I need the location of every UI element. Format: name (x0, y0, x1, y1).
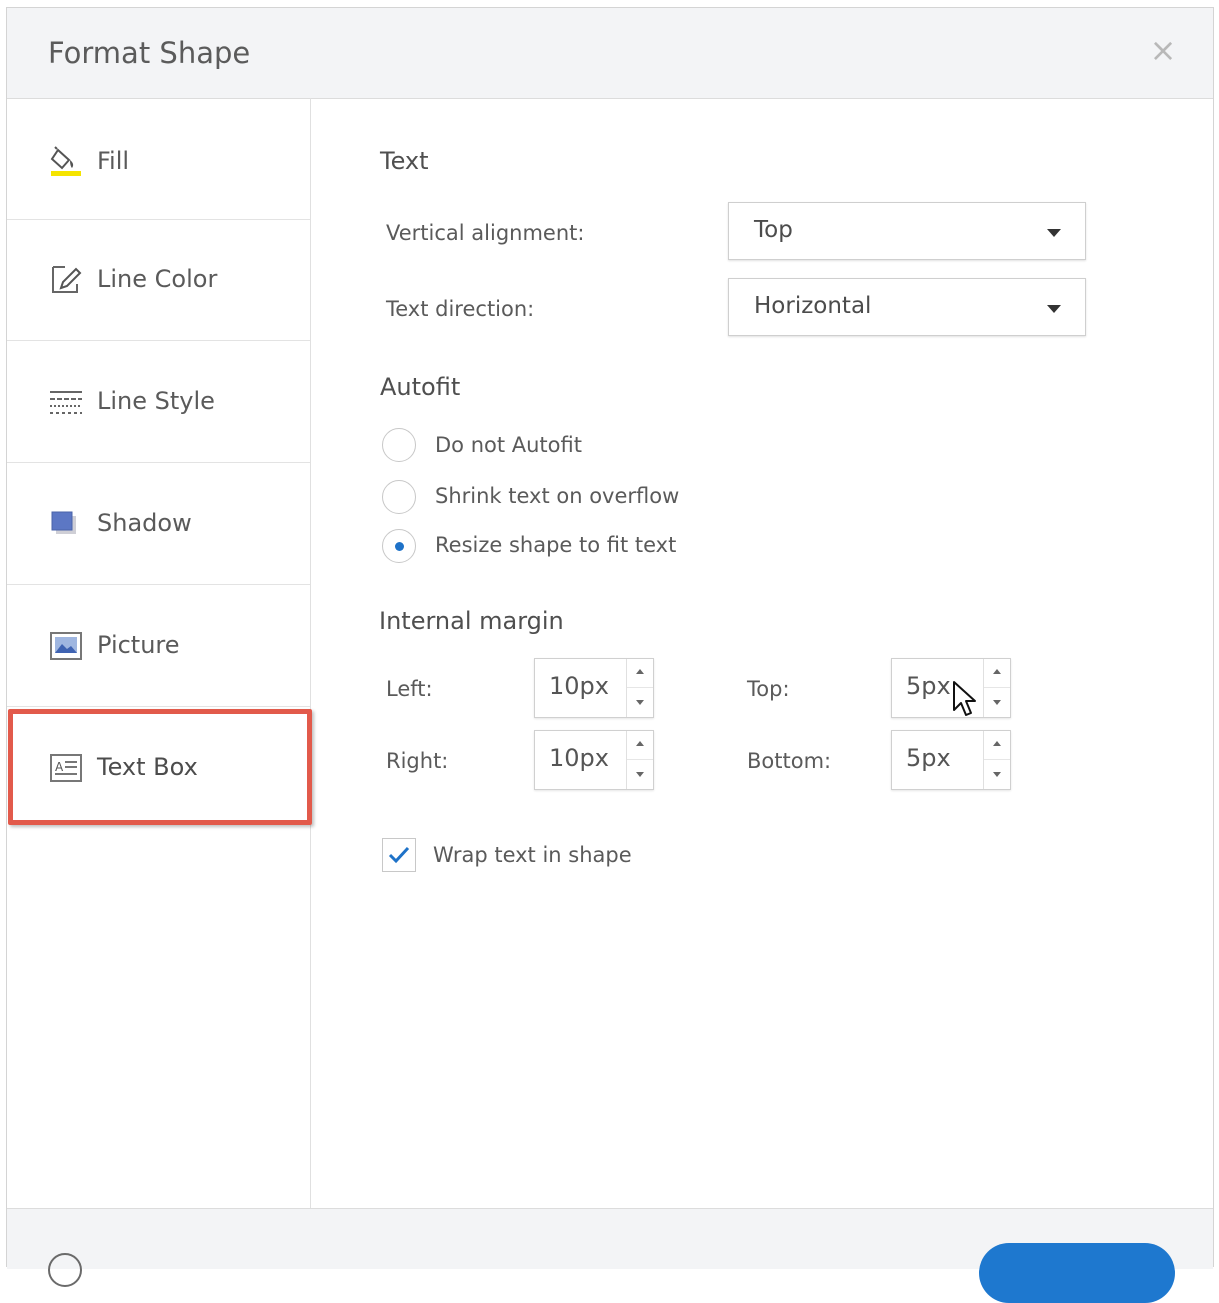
sidebar-item-line-style[interactable]: Line Style (7, 341, 310, 463)
sidebar-item-label: Text Box (97, 753, 198, 781)
wrap-text-label[interactable]: Wrap text in shape (433, 843, 632, 867)
sidebar-item-label: Picture (97, 631, 180, 659)
sidebar-item-shadow[interactable]: Shadow (7, 463, 310, 585)
increment-arrow-icon[interactable] (627, 731, 653, 760)
format-shape-dialog: Format Shape × Fill Line Color Line Styl… (6, 7, 1214, 1303)
stepper-buttons (626, 731, 653, 789)
increment-arrow-icon[interactable] (984, 659, 1010, 688)
autofit-radio-resize[interactable] (382, 529, 416, 563)
line-style-icon (49, 388, 83, 418)
checkmark-icon (388, 846, 410, 864)
chevron-down-icon (1047, 305, 1061, 313)
margin-bottom-label: Bottom: (747, 749, 832, 773)
stepper-buttons (626, 659, 653, 717)
margin-right-stepper[interactable]: 10px (534, 730, 654, 790)
margin-right-label: Right: (386, 749, 449, 773)
pencil-icon (49, 264, 83, 294)
svg-text:A: A (55, 760, 64, 774)
section-title-text: Text (380, 147, 429, 175)
stepper-buttons (983, 659, 1010, 717)
margin-bottom-value[interactable]: 5px (906, 744, 951, 772)
sidebar-item-fill[interactable]: Fill (7, 98, 310, 220)
decrement-arrow-icon[interactable] (627, 688, 653, 717)
text-direction-select[interactable]: Horizontal (728, 278, 1086, 336)
decrement-arrow-icon[interactable] (984, 688, 1010, 717)
margin-right-value[interactable]: 10px (549, 744, 609, 772)
sidebar-item-picture[interactable]: Picture (7, 585, 310, 707)
autofit-radio-do-not[interactable] (382, 428, 416, 462)
margin-top-value[interactable]: 5px (906, 672, 951, 700)
text-direction-label: Text direction: (386, 297, 535, 321)
stepper-buttons (983, 731, 1010, 789)
sidebar-item-label: Shadow (97, 509, 192, 537)
vertical-alignment-select[interactable]: Top (728, 202, 1086, 260)
increment-arrow-icon[interactable] (627, 659, 653, 688)
sidebar-item-line-color[interactable]: Line Color (7, 219, 310, 341)
sidebar-item-label: Line Style (97, 387, 215, 415)
primary-button[interactable] (979, 1243, 1175, 1303)
dialog-titlebar: Format Shape × (7, 8, 1213, 99)
paint-bucket-icon (49, 146, 83, 176)
vertical-alignment-value: Top (754, 217, 793, 243)
decrement-arrow-icon[interactable] (627, 760, 653, 789)
margin-bottom-stepper[interactable]: 5px (891, 730, 1011, 790)
section-title-internal-margin: Internal margin (379, 607, 564, 635)
autofit-label-resize[interactable]: Resize shape to fit text (435, 533, 676, 557)
sidebar: Fill Line Color Line Style Shadow Pictur… (7, 98, 311, 1208)
help-icon[interactable] (48, 1253, 82, 1287)
text-box-icon: A (49, 753, 83, 783)
text-direction-value: Horizontal (754, 293, 872, 319)
vertical-alignment-label: Vertical alignment: (386, 221, 585, 245)
autofit-radio-shrink[interactable] (382, 480, 416, 514)
margin-left-label: Left: (386, 677, 433, 701)
close-icon[interactable]: × (1147, 34, 1179, 66)
autofit-label-do-not[interactable]: Do not Autofit (435, 433, 582, 457)
autofit-label-shrink[interactable]: Shrink text on overflow (435, 484, 679, 508)
margin-left-value[interactable]: 10px (549, 672, 609, 700)
section-title-autofit: Autofit (380, 373, 461, 401)
margin-top-label: Top: (747, 677, 790, 701)
sidebar-item-label: Line Color (97, 265, 218, 293)
margin-top-stepper[interactable]: 5px (891, 658, 1011, 718)
sidebar-item-label: Fill (97, 147, 130, 175)
decrement-arrow-icon[interactable] (984, 760, 1010, 789)
picture-icon (49, 631, 83, 661)
sidebar-item-text-box[interactable]: A Text Box (7, 707, 310, 829)
margin-left-stepper[interactable]: 10px (534, 658, 654, 718)
dialog-title: Format Shape (48, 36, 251, 70)
increment-arrow-icon[interactable] (984, 731, 1010, 760)
wrap-text-checkbox[interactable] (382, 838, 416, 872)
chevron-down-icon (1047, 229, 1061, 237)
shadow-icon (49, 509, 83, 539)
